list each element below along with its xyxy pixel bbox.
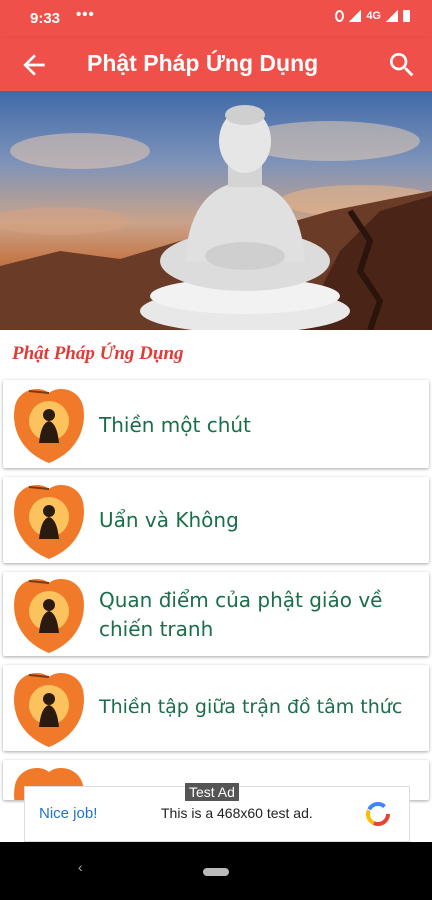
ad-body: This is a 468x60 test ad. — [161, 805, 313, 821]
list-item-label: Uẩn và Không — [99, 508, 239, 532]
ad-banner[interactable]: Test Ad Nice job! This is a 468x60 test … — [24, 783, 410, 842]
list-item[interactable]: Quan điểm của phật giáo về chiến tranh — [3, 572, 429, 656]
vibrate-icon — [335, 10, 345, 22]
nav-home-pill-icon[interactable] — [203, 868, 229, 876]
status-time: 9:33 — [30, 10, 61, 27]
list-item-label: Thiền tập giữa trận đồ tâm thức — [99, 696, 403, 718]
list-item-label: Quan điểm của phật giáo về chiến tranh — [99, 588, 383, 641]
ad-tag: Test Ad — [185, 783, 239, 801]
hero-banner-image — [0, 91, 432, 330]
list-item[interactable]: Thiền một chút — [3, 380, 429, 468]
search-icon[interactable] — [386, 49, 418, 81]
buddha-leaf-icon — [14, 579, 84, 653]
buddha-leaf-icon — [14, 673, 84, 747]
buddha-leaf-icon — [14, 485, 84, 559]
wifi-signal-icon — [349, 10, 362, 22]
buddha-leaf-icon — [14, 389, 84, 463]
list-item-label: Thiền một chút — [99, 413, 251, 437]
list-item[interactable]: Uẩn và Không — [3, 477, 429, 563]
list-item[interactable]: Thiền tập giữa trận đồ tâm thức — [3, 665, 429, 751]
buddha-statue-sunset-image — [0, 105, 432, 330]
status-bar: 9:33 ••• 4G — [0, 0, 432, 38]
arrow-back-icon[interactable] — [18, 49, 50, 81]
nav-back-icon[interactable]: ‹ — [78, 859, 83, 875]
notification-dots: ••• — [76, 6, 95, 23]
section-title: Phật Pháp Ứng Dụng — [12, 343, 184, 364]
battery-icon — [403, 10, 410, 22]
ad-logo-icon — [366, 802, 390, 826]
ad-headline: Nice job! — [39, 805, 98, 822]
system-nav-bar: ‹ — [0, 842, 432, 900]
status-icons: 4G — [335, 10, 410, 22]
app-bar: Phật Pháp Ứng Dụng — [0, 38, 432, 91]
cell-signal-icon — [386, 10, 398, 22]
page-title: Phật Pháp Ứng Dụng — [87, 50, 319, 76]
network-type: 4G — [366, 10, 381, 22]
